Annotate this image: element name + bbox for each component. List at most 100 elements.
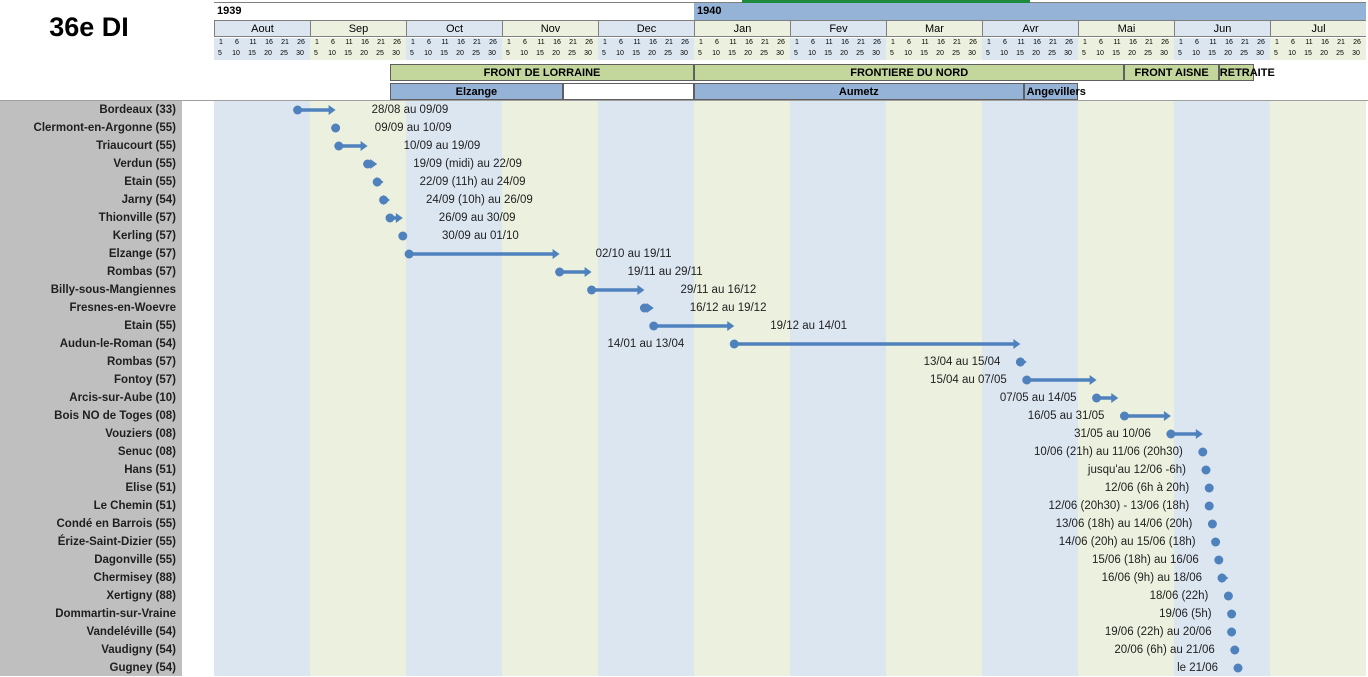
month-header: Mar — [886, 20, 982, 37]
day-tick-bottom: 10 — [808, 50, 816, 57]
day-tick-top: 11 — [249, 39, 257, 46]
day-tick-bottom: 25 — [856, 50, 864, 57]
year-label: 1939 — [217, 5, 242, 17]
day-tick-top: 26 — [969, 39, 977, 46]
day-tick-top: 26 — [1353, 39, 1361, 46]
day-tick-top: 16 — [1321, 39, 1329, 46]
date-range-label: 10/09 au 19/09 — [403, 140, 481, 152]
day-tick-top: 21 — [377, 39, 385, 46]
month-stripe — [598, 101, 694, 676]
day-tick-bottom: 20 — [552, 50, 560, 57]
day-tick-bottom: 15 — [248, 50, 256, 57]
day-tick-top: 16 — [1129, 39, 1137, 46]
row-place-label: Senuc (08) — [117, 446, 176, 458]
day-tick-bottom: 20 — [1032, 50, 1040, 57]
day-tick-top: 21 — [857, 39, 865, 46]
row-place-label: Fresnes-en-Woevre — [69, 302, 176, 314]
row-place-label: Vaudigny (54) — [101, 644, 176, 656]
gantt-sheet: 36e DI 1939 1940 Aout Sep Oct Nov Dec Jan Fev Mar… — [0, 0, 1368, 676]
day-tick-bottom: 20 — [936, 50, 944, 57]
row-place-label: Dommartin-sur-Vraine — [55, 608, 176, 620]
day-tick-top: 6 — [1099, 39, 1103, 46]
date-range-label: 09/09 au 10/09 — [374, 122, 452, 134]
day-tick-bottom: 5 — [1274, 50, 1278, 57]
row-place-label: Xertigny (88) — [106, 590, 176, 602]
row-place-label: Hans (51) — [124, 464, 176, 476]
row-place-label: Rombas (57) — [106, 356, 176, 368]
row-place-label: Etain (55) — [124, 176, 176, 188]
day-tick-top: 26 — [585, 39, 593, 46]
day-tick-top: 11 — [1209, 39, 1217, 46]
day-tick-bottom: 5 — [314, 50, 318, 57]
day-tick-bottom: 25 — [568, 50, 576, 57]
day-tick-top: 11 — [1113, 39, 1121, 46]
day-tick-top: 26 — [297, 39, 305, 46]
day-tick-bottom: 5 — [506, 50, 510, 57]
day-tick-top: 11 — [345, 39, 353, 46]
day-tick-bottom: 15 — [632, 50, 640, 57]
day-tick-bottom: 25 — [952, 50, 960, 57]
day-tick-top: 16 — [457, 39, 465, 46]
day-tick-top: 11 — [633, 39, 641, 46]
date-range-label: 28/08 au 09/09 — [371, 104, 449, 116]
phase-band: RETRAITE — [1218, 64, 1275, 81]
row-place-label: Etain (55) — [124, 320, 176, 332]
date-range-label: 10/06 (21h) au 11/06 (20h30) — [1034, 446, 1183, 458]
day-tick-bottom: 20 — [1128, 50, 1136, 57]
day-tick-top: 26 — [1257, 39, 1265, 46]
month-header: Avr — [982, 20, 1078, 37]
day-tick-bottom: 10 — [904, 50, 912, 57]
date-range-label: jusqu'au 12/06 -6h) — [1087, 464, 1186, 476]
day-tick-bottom: 5 — [218, 50, 222, 57]
day-tick-bottom: 20 — [1320, 50, 1328, 57]
day-tick-top: 21 — [1049, 39, 1057, 46]
day-tick-top: 6 — [715, 39, 719, 46]
day-tick-bottom: 20 — [360, 50, 368, 57]
day-tick-bottom: 20 — [1224, 50, 1232, 57]
day-tick-top: 1 — [1179, 39, 1183, 46]
day-tick-top: 6 — [1003, 39, 1007, 46]
day-tick-top: 6 — [235, 39, 239, 46]
day-tick-bottom: 5 — [410, 50, 414, 57]
day-tick-top: 21 — [761, 39, 769, 46]
day-tick-top: 26 — [777, 39, 785, 46]
date-range-label: 26/09 au 30/09 — [438, 212, 516, 224]
day-tick-bottom: 15 — [1208, 50, 1216, 57]
date-range-label: 19/09 (midi) au 22/09 — [413, 158, 522, 170]
day-tick-top: 1 — [219, 39, 223, 46]
day-tick-bottom: 5 — [794, 50, 798, 57]
day-tick-top: 16 — [649, 39, 657, 46]
day-tick-top: 1 — [507, 39, 511, 46]
row-place-label: Condé en Barrois (55) — [56, 518, 177, 530]
day-tick-bottom: 30 — [968, 50, 976, 57]
day-tick-top: 26 — [681, 39, 689, 46]
year-bar-green — [742, 0, 1030, 3]
date-range-label: 29/11 au 16/12 — [680, 284, 757, 296]
day-tick-bottom: 10 — [1096, 50, 1104, 57]
day-tick-bottom: 30 — [1352, 50, 1360, 57]
row-place-label: Clermont-en-Argonne (55) — [33, 122, 176, 134]
day-tick-bottom: 15 — [1016, 50, 1024, 57]
date-range-label: 16/06 (9h) au 18/06 — [1101, 572, 1202, 584]
day-tick-top: 16 — [553, 39, 561, 46]
month-stripe — [310, 101, 406, 676]
phase-band: FRONTIERE DU NORD — [694, 64, 1125, 81]
day-tick-top: 21 — [665, 39, 673, 46]
month-header: Sep — [310, 20, 406, 37]
month-header: Jul — [1270, 20, 1366, 37]
day-tick-top: 6 — [811, 39, 815, 46]
day-tick-top: 21 — [569, 39, 577, 46]
date-range-label: 13/06 (18h) au 14/06 (20h) — [1055, 518, 1193, 530]
day-tick-bottom: 5 — [890, 50, 894, 57]
day-tick-top: 1 — [603, 39, 607, 46]
day-tick-top: 11 — [441, 39, 449, 46]
day-tick-top: 16 — [841, 39, 849, 46]
date-range-label: 15/06 (18h) au 16/06 — [1092, 554, 1199, 566]
day-tick-top: 26 — [873, 39, 881, 46]
date-range-label: 22/09 (11h) au 24/09 — [419, 176, 526, 188]
day-tick-top: 1 — [891, 39, 895, 46]
day-tick-bottom: 15 — [1304, 50, 1312, 57]
day-tick-bottom: 25 — [760, 50, 768, 57]
day-tick-bottom: 30 — [296, 50, 304, 57]
day-tick-top: 6 — [1291, 39, 1295, 46]
